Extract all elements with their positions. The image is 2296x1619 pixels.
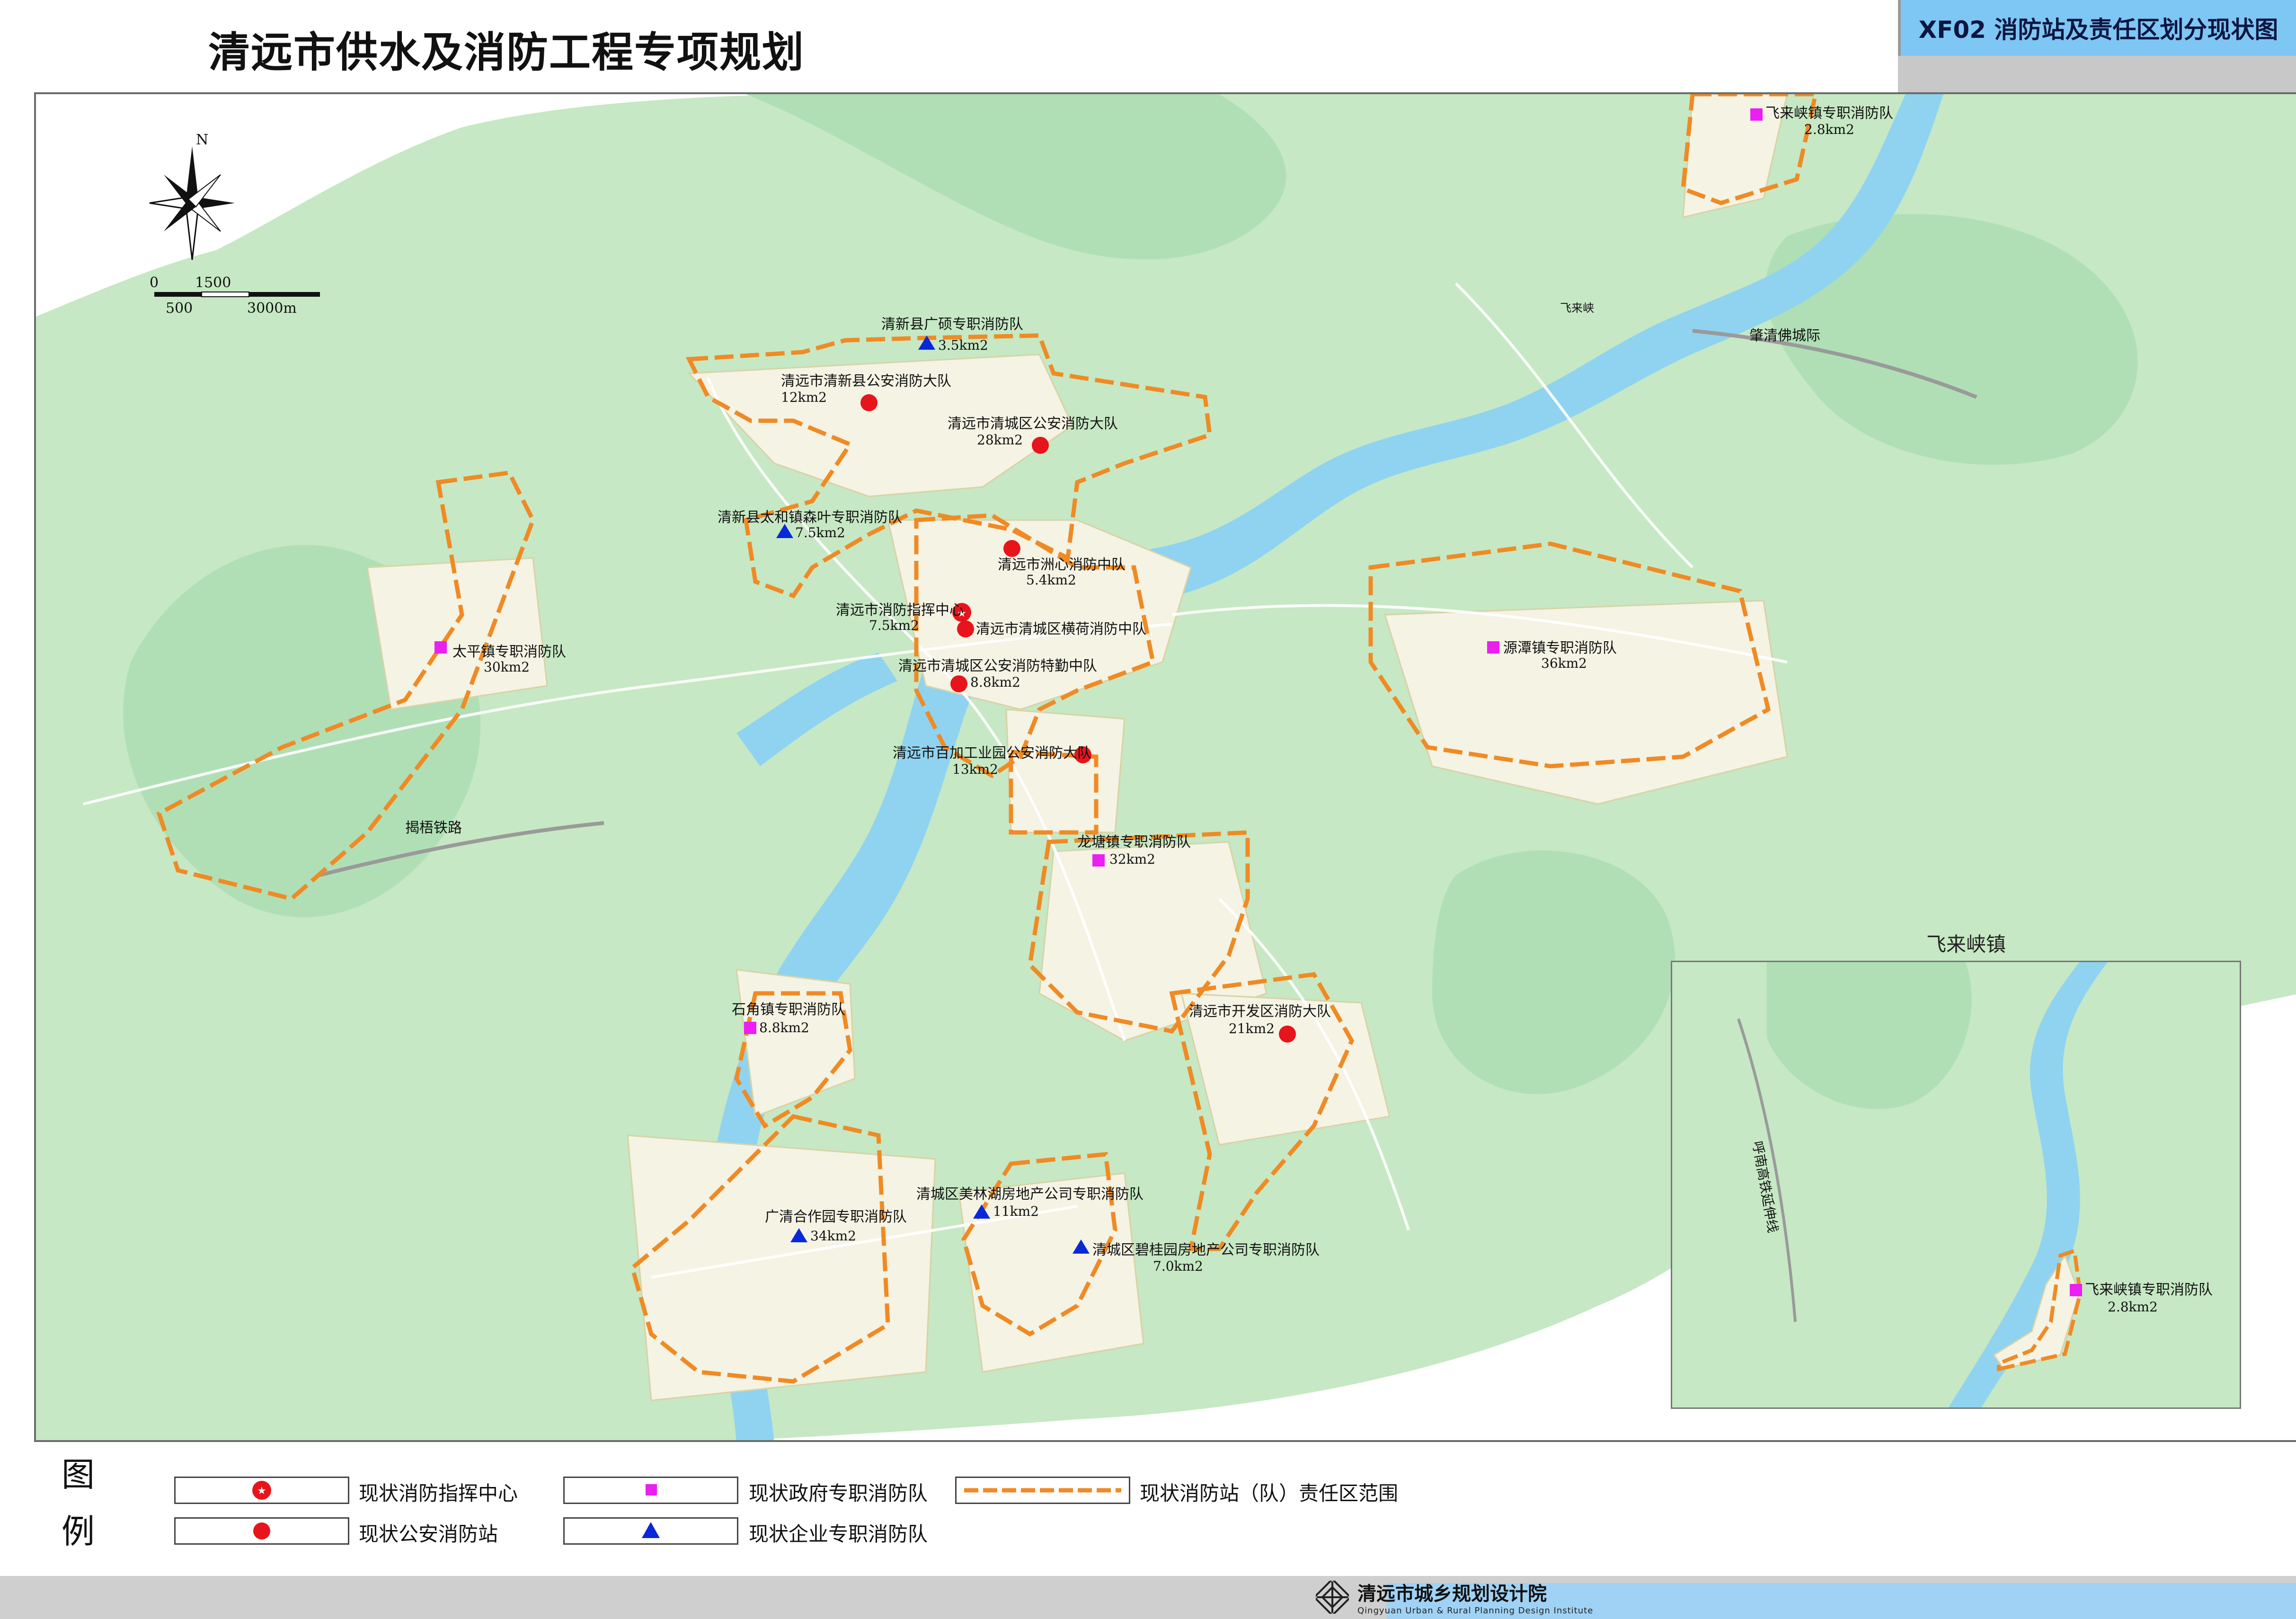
svg-text:3.5km2: 3.5km2 bbox=[938, 337, 988, 353]
svg-text:1500: 1500 bbox=[195, 274, 231, 291]
boundary-line-icon bbox=[964, 1488, 1121, 1493]
svg-text:龙塘镇专职消防队: 龙塘镇专职消防队 bbox=[1077, 834, 1191, 850]
footer-org-en: Qingyuan Urban & Rural Planning Design I… bbox=[1357, 1606, 1594, 1616]
institute-logo-icon bbox=[1316, 1580, 1349, 1614]
svg-text:清远市洲心消防中队: 清远市洲心消防中队 bbox=[998, 557, 1126, 573]
legend-symbol-boundary bbox=[955, 1477, 1130, 1504]
svg-text:N: N bbox=[196, 132, 208, 148]
station-marker-police[interactable] bbox=[1003, 540, 1020, 557]
svg-text:清远市消防指挥中心: 清远市消防指挥中心 bbox=[836, 602, 964, 619]
svg-text:34km2: 34km2 bbox=[810, 1228, 856, 1244]
svg-text:0: 0 bbox=[150, 274, 159, 291]
svg-text:飞来峡镇专职消防队: 飞来峡镇专职消防队 bbox=[1765, 105, 1893, 122]
svg-text:5.4km2: 5.4km2 bbox=[1026, 572, 1076, 588]
station-marker-government[interactable] bbox=[434, 641, 447, 654]
svg-text:7.5km2: 7.5km2 bbox=[869, 618, 919, 633]
svg-text:3000m: 3000m bbox=[247, 300, 297, 317]
inset-map-canvas: 呼南高铁延伸线 飞来峡镇专职消防队 2.8km2 bbox=[1672, 962, 2240, 1407]
svg-text:清远市开发区消防大队: 清远市开发区消防大队 bbox=[1189, 1003, 1331, 1020]
footer-brand: 清远市城乡规划设计院 Qingyuan Urban & Rural Planni… bbox=[1316, 1578, 1593, 1616]
railway-label: 肇清佛城际 bbox=[1749, 327, 1820, 344]
svg-text:石角镇专职消防队: 石角镇专职消防队 bbox=[732, 1001, 845, 1018]
svg-text:21km2: 21km2 bbox=[1229, 1021, 1275, 1036]
svg-text:28km2: 28km2 bbox=[977, 432, 1023, 448]
station-marker-police[interactable] bbox=[1279, 1026, 1296, 1043]
svg-text:11km2: 11km2 bbox=[993, 1203, 1039, 1219]
station-marker-police[interactable] bbox=[1032, 437, 1049, 454]
station-marker-government[interactable] bbox=[744, 1022, 756, 1034]
station-marker-police[interactable] bbox=[860, 394, 878, 411]
svg-text:太平镇专职消防队: 太平镇专职消防队 bbox=[452, 644, 566, 660]
inset-station-area: 2.8km2 bbox=[2108, 1299, 2158, 1315]
svg-text:源潭镇专职消防队: 源潭镇专职消防队 bbox=[1503, 640, 1617, 656]
svg-text:清城区碧桂园房地产公司专职消防队: 清城区碧桂园房地产公司专职消防队 bbox=[1092, 1242, 1320, 1258]
station-marker-government[interactable] bbox=[2070, 1284, 2082, 1296]
government-team-icon bbox=[646, 1484, 657, 1495]
svg-text:30km2: 30km2 bbox=[484, 659, 530, 675]
svg-text:清远市清城区横荷消防中队: 清远市清城区横荷消防中队 bbox=[976, 621, 1146, 637]
station-marker-government[interactable] bbox=[1092, 854, 1105, 867]
station-marker-police[interactable] bbox=[957, 620, 974, 637]
svg-text:清远市清新县公安消防大队: 清远市清新县公安消防大队 bbox=[781, 373, 951, 389]
svg-text:8.8km2: 8.8km2 bbox=[970, 674, 1020, 690]
svg-text:清远市清城区公安消防大队: 清远市清城区公安消防大队 bbox=[948, 416, 1118, 432]
enterprise-team-icon bbox=[642, 1522, 660, 1538]
footer-org-cn: 清远市城乡规划设计院 bbox=[1357, 1583, 1547, 1605]
police-station-icon bbox=[253, 1522, 270, 1539]
legend-head-2: 例 bbox=[62, 1512, 95, 1551]
map-title: 清远市供水及消防工程专项规划 bbox=[208, 28, 805, 77]
svg-text:2.8km2: 2.8km2 bbox=[1804, 122, 1854, 137]
svg-text:13km2: 13km2 bbox=[952, 761, 998, 777]
legend-symbol-police bbox=[174, 1517, 349, 1545]
legend-label-enterprise: 现状企业专职消防队 bbox=[749, 1522, 928, 1546]
legend-head-1: 图 bbox=[62, 1455, 95, 1494]
svg-text:广清合作园专职消防队: 广清合作园专职消防队 bbox=[765, 1209, 907, 1225]
station-label: 清远市清城区横荷消防中队 bbox=[976, 621, 1146, 637]
legend-label-boundary: 现状消防站（队）责任区范围 bbox=[1140, 1482, 1399, 1505]
legend-symbol-command: ★ bbox=[174, 1477, 349, 1504]
north-arrow-icon: N bbox=[149, 132, 235, 260]
railway-label: 揭梧铁路 bbox=[405, 820, 462, 836]
svg-text:7.5km2: 7.5km2 bbox=[795, 525, 845, 540]
command-center-icon: ★ bbox=[252, 1481, 271, 1500]
inset-map[interactable]: 呼南高铁延伸线 飞来峡镇专职消防队 2.8km2 bbox=[1671, 961, 2241, 1409]
svg-text:清城区美林湖房地产公司专职消防队: 清城区美林湖房地产公司专职消防队 bbox=[916, 1186, 1144, 1203]
svg-text:36km2: 36km2 bbox=[1541, 655, 1587, 671]
svg-text:清新县太和镇森叶专职消防队: 清新县太和镇森叶专职消防队 bbox=[718, 509, 902, 526]
svg-text:32km2: 32km2 bbox=[1109, 851, 1155, 867]
inset-station-name: 飞来峡镇专职消防队 bbox=[2085, 1282, 2213, 1298]
svg-text:清远市百加工业园公安消防大队: 清远市百加工业园公安消防大队 bbox=[893, 745, 1091, 761]
svg-text:8.8km2: 8.8km2 bbox=[759, 1020, 809, 1035]
place-label: 飞来峡 bbox=[1560, 301, 1594, 315]
legend-label-command: 现状消防指挥中心 bbox=[359, 1482, 518, 1505]
legend-symbol-government bbox=[563, 1477, 738, 1504]
legend-label-government: 现状政府专职消防队 bbox=[749, 1482, 928, 1505]
legend-label-police: 现状公安消防站 bbox=[359, 1522, 498, 1546]
svg-text:500: 500 bbox=[166, 300, 193, 317]
svg-text:清远市清城区公安消防特勤中队: 清远市清城区公安消防特勤中队 bbox=[898, 658, 1097, 674]
svg-text:★: ★ bbox=[257, 1485, 266, 1497]
map-code-label: XF02 消防站及责任区划分现状图 bbox=[1898, 0, 2296, 56]
station-marker-government[interactable] bbox=[1487, 641, 1499, 654]
inset-title: 飞来峡镇 bbox=[1926, 933, 2006, 956]
station-marker-government[interactable] bbox=[1750, 108, 1763, 121]
svg-text:清新县广硕专职消防队: 清新县广硕专职消防队 bbox=[881, 316, 1023, 333]
station-marker-police[interactable] bbox=[950, 675, 967, 692]
map-code-shadow bbox=[1898, 56, 2296, 94]
svg-text:7.0km2: 7.0km2 bbox=[1153, 1258, 1203, 1274]
svg-text:12km2: 12km2 bbox=[781, 389, 827, 405]
legend-symbol-enterprise bbox=[563, 1517, 738, 1545]
